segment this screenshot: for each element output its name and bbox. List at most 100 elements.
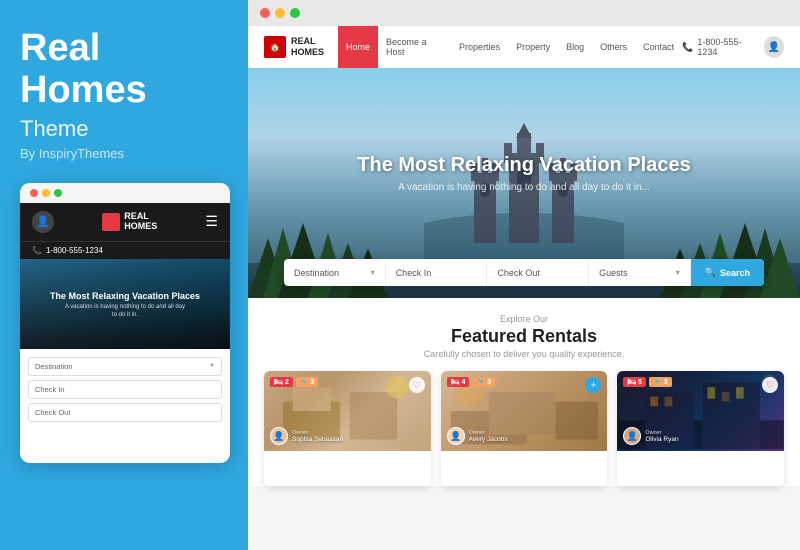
card-1-owner-label: Owner (292, 430, 343, 436)
card-3-badge-beds: 🛏 5 (623, 377, 646, 387)
search-destination[interactable]: Destination ▾ (284, 260, 386, 286)
card-1-favorite[interactable]: ♡ (409, 377, 425, 393)
card-3-owner-info: Owner Olivia Ryan (645, 430, 678, 443)
card-2-owner-name: Avery Jacobs (469, 436, 508, 443)
desktop-nav-phone: 📞 1-800-555-1234 (682, 37, 755, 57)
card-1-owner-avatar: 👤 (270, 427, 288, 445)
hero-content: The Most Relaxing Vacation Places A vaca… (357, 154, 690, 193)
mobile-dot-red (30, 189, 38, 197)
search-icon: 🔍 (705, 267, 716, 278)
card-3-image: 🛏 5 🚿 3 ♡ 👤 Owner Olivia Ryan (617, 371, 784, 451)
card-2-owner-label: Owner (469, 430, 508, 436)
featured-card-3[interactable]: 🛏 5 🚿 3 ♡ 👤 Owner Olivia Ryan (617, 371, 784, 486)
destination-label: Destination (294, 268, 339, 278)
card-3-favorite[interactable]: ♡ (762, 377, 778, 393)
hero-title: The Most Relaxing Vacation Places (357, 154, 690, 177)
featured-card-2[interactable]: 🛏 4 🚿 3 + 👤 Owner Avery Jacobs (441, 371, 608, 486)
mobile-hero-title: The Most Relaxing Vacation Places (30, 291, 220, 301)
card-1-badge-baths: 🚿 3 (296, 377, 319, 387)
checkin-label: Check In (396, 268, 432, 278)
desktop-preview: 🏠 REALHOMES Home Become a Host Propertie… (248, 0, 800, 550)
mobile-phone-number: 1-800-555-1234 (46, 246, 103, 255)
featured-description: Carefully chosen to deliver you quality … (264, 349, 784, 359)
desktop-nav: 🏠 REALHOMES Home Become a Host Propertie… (248, 26, 800, 68)
featured-card-1[interactable]: 🛏 2 🚿 3 ♡ 👤 Owner Sophia Sebastian (264, 371, 431, 486)
desktop-phone-number: 1-800-555-1234 (697, 37, 755, 57)
desktop-dot-yellow (275, 8, 285, 18)
desktop-phone-icon: 📞 (682, 42, 693, 53)
guests-label: Guests (599, 268, 628, 278)
card-2-badges: 🛏 4 🚿 3 (447, 377, 495, 387)
mobile-avatar: 👤 (32, 211, 54, 233)
card-1-badges: 🛏 2 🚿 3 (270, 377, 318, 387)
search-guests[interactable]: Guests ▾ (589, 260, 691, 286)
card-3-owner-label: Owner (645, 430, 678, 436)
nav-item-home[interactable]: Home (338, 26, 378, 68)
card-2-owner: 👤 Owner Avery Jacobs (447, 427, 508, 445)
card-1-image: 🛏 2 🚿 3 ♡ 👤 Owner Sophia Sebastian (264, 371, 431, 451)
destination-arrow: ▾ (371, 268, 375, 277)
desktop-avatar[interactable]: 👤 (764, 36, 784, 58)
desktop-hero: The Most Relaxing Vacation Places A vaca… (248, 68, 800, 298)
mobile-checkout-field[interactable]: Check Out (28, 403, 222, 422)
search-button[interactable]: 🔍 Search (691, 259, 764, 286)
nav-item-become-host[interactable]: Become a Host (378, 26, 451, 68)
card-3-badges: 🛏 5 🚿 3 (623, 377, 671, 387)
desktop-dot-green (290, 8, 300, 18)
nav-item-contact[interactable]: Contact (635, 26, 682, 68)
card-2-badge-beds: 🛏 4 (447, 377, 470, 387)
search-button-label: Search (720, 268, 750, 278)
card-2-image: 🛏 4 🚿 3 + 👤 Owner Avery Jacobs (441, 371, 608, 451)
hero-subtitle: A vacation is having nothing to do and a… (357, 182, 690, 193)
mobile-hero-subtitle: A vacation is having nothing to do and a… (30, 304, 220, 320)
mobile-logo: REALHOMES (102, 212, 157, 232)
desktop-dot-red (260, 8, 270, 18)
mobile-dot-yellow (42, 189, 50, 197)
mobile-nav: 👤 REALHOMES ☰ (20, 203, 230, 241)
guests-arrow: ▾ (676, 268, 680, 277)
desktop-logo: 🏠 REALHOMES (264, 36, 324, 58)
theme-subtitle: Theme (20, 116, 228, 142)
card-3-owner: 👤 Owner Olivia Ryan (623, 427, 678, 445)
card-1-owner: 👤 Owner Sophia Sebastian (270, 427, 343, 445)
card-3-owner-avatar: 👤 (623, 427, 641, 445)
desktop-logo-icon: 🏠 (264, 36, 286, 58)
card-1-owner-info: Owner Sophia Sebastian (292, 430, 343, 443)
featured-cards: 🛏 2 🚿 3 ♡ 👤 Owner Sophia Sebastian (264, 371, 784, 486)
mobile-logo-icon (102, 213, 120, 231)
nav-item-properties[interactable]: Properties (451, 26, 508, 68)
search-checkout[interactable]: Check Out (487, 260, 589, 286)
card-1-owner-name: Sophia Sebastian (292, 436, 343, 443)
search-bar: Destination ▾ Check In Check Out Guests … (284, 259, 764, 286)
card-3-owner-name: Olivia Ryan (645, 436, 678, 443)
card-1-badge-beds: 🛏 2 (270, 377, 293, 387)
desktop-logo-text: REALHOMES (291, 36, 324, 58)
card-2-owner-info: Owner Avery Jacobs (469, 430, 508, 443)
nav-item-others[interactable]: Others (592, 26, 635, 68)
mobile-destination-arrow: ▼ (209, 363, 215, 369)
mobile-checkin-field[interactable]: Check In (28, 380, 222, 399)
featured-title: Featured Rentals (264, 326, 784, 347)
mobile-hero: The Most Relaxing Vacation Places A vaca… (20, 259, 230, 349)
left-panel: Real Homes Theme By InspiryThemes 👤 REAL… (0, 0, 248, 550)
mobile-destination-field[interactable]: Destination ▼ (28, 357, 222, 376)
castle-svg (424, 123, 624, 263)
mobile-checkin-label: Check In (35, 385, 65, 394)
theme-title: Real Homes (20, 28, 228, 112)
mobile-dot-green (54, 189, 62, 197)
checkout-label: Check Out (497, 268, 540, 278)
mobile-window-bar (20, 183, 230, 203)
featured-section: Explore Our Featured Rentals Carefully c… (248, 298, 800, 486)
nav-item-blog[interactable]: Blog (558, 26, 592, 68)
phone-icon: 📞 (32, 246, 42, 255)
card-3-badge-baths: 🚿 3 (649, 377, 672, 387)
search-checkin[interactable]: Check In (386, 260, 488, 286)
mobile-logo-text: REALHOMES (124, 212, 157, 232)
nav-item-property[interactable]: Property (508, 26, 558, 68)
card-2-owner-avatar: 👤 (447, 427, 465, 445)
theme-author: By InspiryThemes (20, 146, 228, 161)
mobile-destination-label: Destination (35, 362, 73, 371)
mobile-preview: 👤 REALHOMES ☰ 📞 1-800-555-1234 The Most … (20, 183, 230, 463)
hamburger-icon[interactable]: ☰ (205, 213, 218, 230)
desktop-window-bar (248, 0, 800, 26)
